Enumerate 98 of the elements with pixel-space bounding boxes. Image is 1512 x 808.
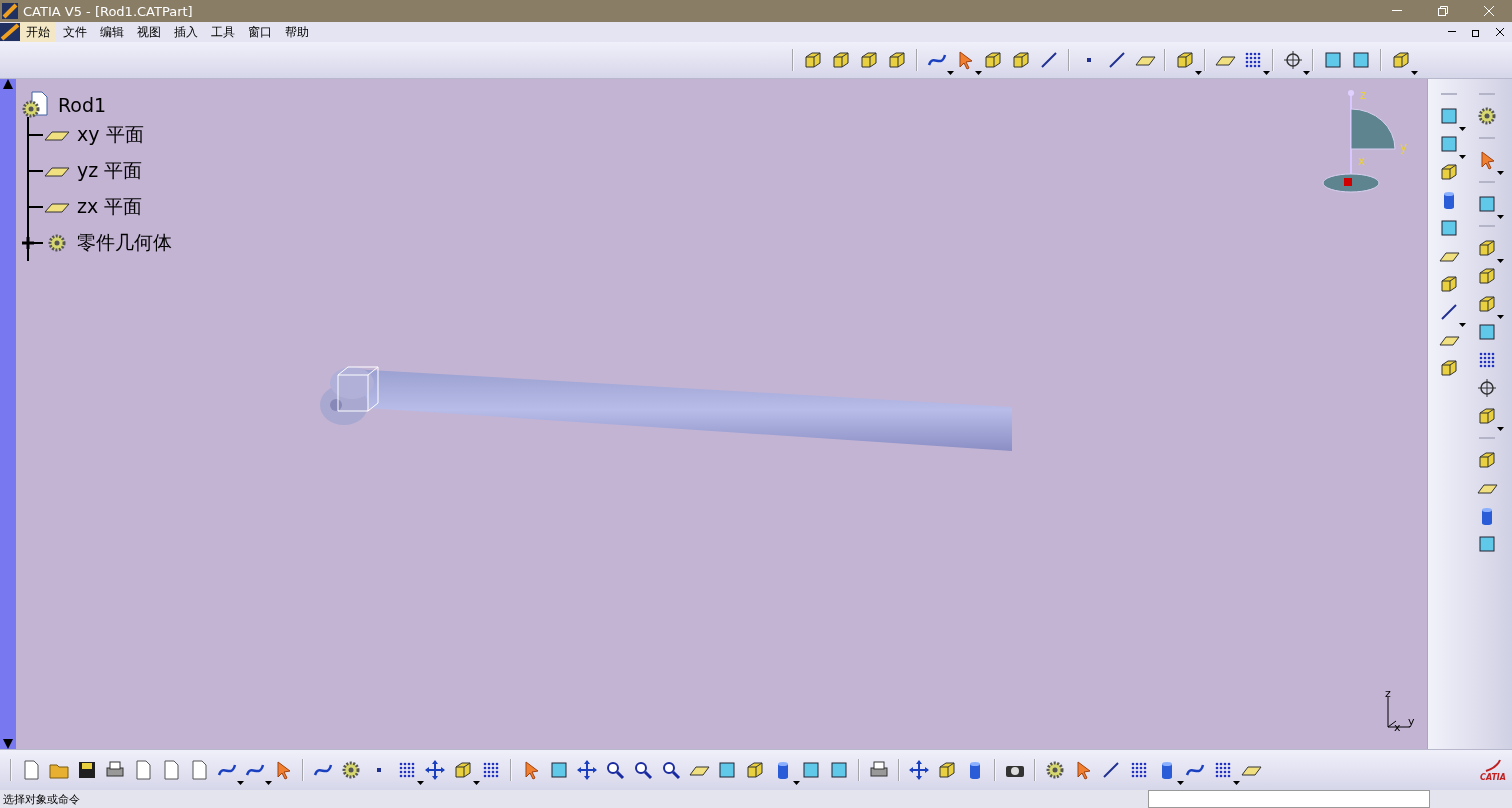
- frame-icon[interactable]: [1438, 217, 1460, 239]
- status-message: 选择对象或命令: [2, 791, 80, 807]
- restore-icon: [1438, 6, 1448, 16]
- frame-icon[interactable]: [1322, 49, 1344, 71]
- frame-icon[interactable]: [828, 759, 850, 781]
- arrows-icon[interactable]: [576, 759, 598, 781]
- caret-icon[interactable]: [1459, 155, 1466, 159]
- cube-icon[interactable]: [982, 49, 1004, 71]
- gear-icon[interactable]: [1476, 105, 1498, 127]
- caret-icon[interactable]: [1497, 315, 1504, 319]
- frame-icon[interactable]: [1438, 105, 1460, 127]
- caret-icon[interactable]: [1497, 171, 1504, 175]
- cube-icon[interactable]: [1476, 237, 1498, 259]
- frame-icon[interactable]: [800, 759, 822, 781]
- cube-icon[interactable]: [802, 49, 824, 71]
- caret-icon[interactable]: [417, 781, 424, 785]
- caret-icon[interactable]: [1195, 71, 1202, 75]
- caret-icon[interactable]: [1263, 71, 1270, 75]
- gear-icon[interactable]: [1044, 759, 1066, 781]
- magnifier-icon[interactable]: [632, 759, 654, 781]
- caret-icon[interactable]: [1177, 781, 1184, 785]
- cube-icon[interactable]: [452, 759, 474, 781]
- tree-item[interactable]: zx 平面: [77, 194, 143, 220]
- caret-icon[interactable]: [975, 71, 982, 75]
- caret-icon[interactable]: [793, 781, 800, 785]
- caret-icon[interactable]: [1233, 781, 1240, 785]
- frame-icon[interactable]: [548, 759, 570, 781]
- arrows-icon[interactable]: [908, 759, 930, 781]
- menu-item[interactable]: 开始: [20, 22, 56, 42]
- cube-icon[interactable]: [1476, 405, 1498, 427]
- axis-label: z: [1385, 689, 1391, 700]
- caret-icon[interactable]: [1497, 215, 1504, 219]
- magnifier-icon[interactable]: [660, 759, 682, 781]
- caret-icon[interactable]: [1497, 259, 1504, 263]
- cube-icon[interactable]: [1476, 449, 1498, 471]
- caret-icon[interactable]: [237, 781, 244, 785]
- cube-icon[interactable]: [1438, 161, 1460, 183]
- 3d-viewport[interactable]: Rod1 xy 平面 yz 平面 zx 平面 零件几何体 z y x z x y: [16, 79, 1427, 749]
- cube-icon[interactable]: [936, 759, 958, 781]
- tree-item[interactable]: yz 平面: [77, 158, 143, 184]
- menu-item[interactable]: 插入: [168, 22, 204, 42]
- menu-item[interactable]: 工具: [205, 22, 241, 42]
- app-icon: [2, 3, 18, 19]
- cube-icon[interactable]: [1174, 49, 1196, 71]
- menu-item[interactable]: 帮助: [279, 22, 315, 42]
- minimize-icon: [1392, 10, 1402, 12]
- frame-icon[interactable]: [1476, 193, 1498, 215]
- target-icon[interactable]: [1282, 49, 1304, 71]
- caret-icon[interactable]: [1459, 127, 1466, 131]
- cube-icon[interactable]: [886, 49, 908, 71]
- menu-item[interactable]: 编辑: [94, 22, 130, 42]
- caret-icon[interactable]: [1411, 71, 1418, 75]
- cube-icon[interactable]: [744, 759, 766, 781]
- cube-icon[interactable]: [1476, 293, 1498, 315]
- caret-icon[interactable]: [265, 781, 272, 785]
- menu-item[interactable]: 窗口: [242, 22, 278, 42]
- window-title: CATIA V5 - [Rod1.CATPart]: [23, 3, 193, 19]
- frame-icon[interactable]: [1476, 533, 1498, 555]
- close-icon: [1484, 6, 1494, 16]
- cube-icon[interactable]: [1438, 273, 1460, 295]
- cube-icon[interactable]: [1390, 49, 1412, 71]
- caret-icon[interactable]: [473, 781, 480, 785]
- tree-item[interactable]: 零件几何体: [77, 230, 172, 256]
- command-field[interactable]: [1148, 790, 1430, 808]
- caret-icon[interactable]: [1459, 323, 1466, 327]
- cube-icon[interactable]: [1476, 265, 1498, 287]
- frame-icon[interactable]: [1476, 321, 1498, 343]
- caret-icon[interactable]: [947, 71, 954, 75]
- frame-icon[interactable]: [1350, 49, 1372, 71]
- gear-icon[interactable]: [340, 759, 362, 781]
- minimize-icon: [1448, 31, 1456, 33]
- cube-icon[interactable]: [830, 49, 852, 71]
- axis-label: x: [1358, 154, 1366, 168]
- axis-label: z: [1360, 88, 1367, 102]
- floppy-icon[interactable]: [76, 759, 98, 781]
- scrollbar[interactable]: [0, 79, 16, 749]
- tree-item[interactable]: Rod1: [58, 94, 107, 116]
- cube-icon[interactable]: [1438, 357, 1460, 379]
- close-icon: [1496, 28, 1504, 36]
- frame-icon[interactable]: [716, 759, 738, 781]
- app-icon[interactable]: [0, 23, 20, 41]
- axis-label: y: [1400, 140, 1408, 154]
- restore-icon: [1471, 27, 1481, 37]
- expand-icon[interactable]: [21, 236, 35, 250]
- axis-label: y: [1408, 715, 1415, 728]
- arrows-icon[interactable]: [424, 759, 446, 781]
- brand-logo: CATIA: [1480, 758, 1506, 782]
- axis-label: x: [1394, 721, 1401, 734]
- menu-item[interactable]: 视图: [131, 22, 167, 42]
- caret-icon[interactable]: [1497, 427, 1504, 431]
- tree-item[interactable]: xy 平面: [77, 122, 144, 148]
- menu-item[interactable]: 文件: [57, 22, 93, 42]
- cube-icon[interactable]: [1010, 49, 1032, 71]
- cube-icon[interactable]: [858, 49, 880, 71]
- caret-icon[interactable]: [1303, 71, 1310, 75]
- target-icon[interactable]: [1476, 377, 1498, 399]
- frame-icon[interactable]: [1438, 133, 1460, 155]
- magnifier-icon[interactable]: [604, 759, 626, 781]
